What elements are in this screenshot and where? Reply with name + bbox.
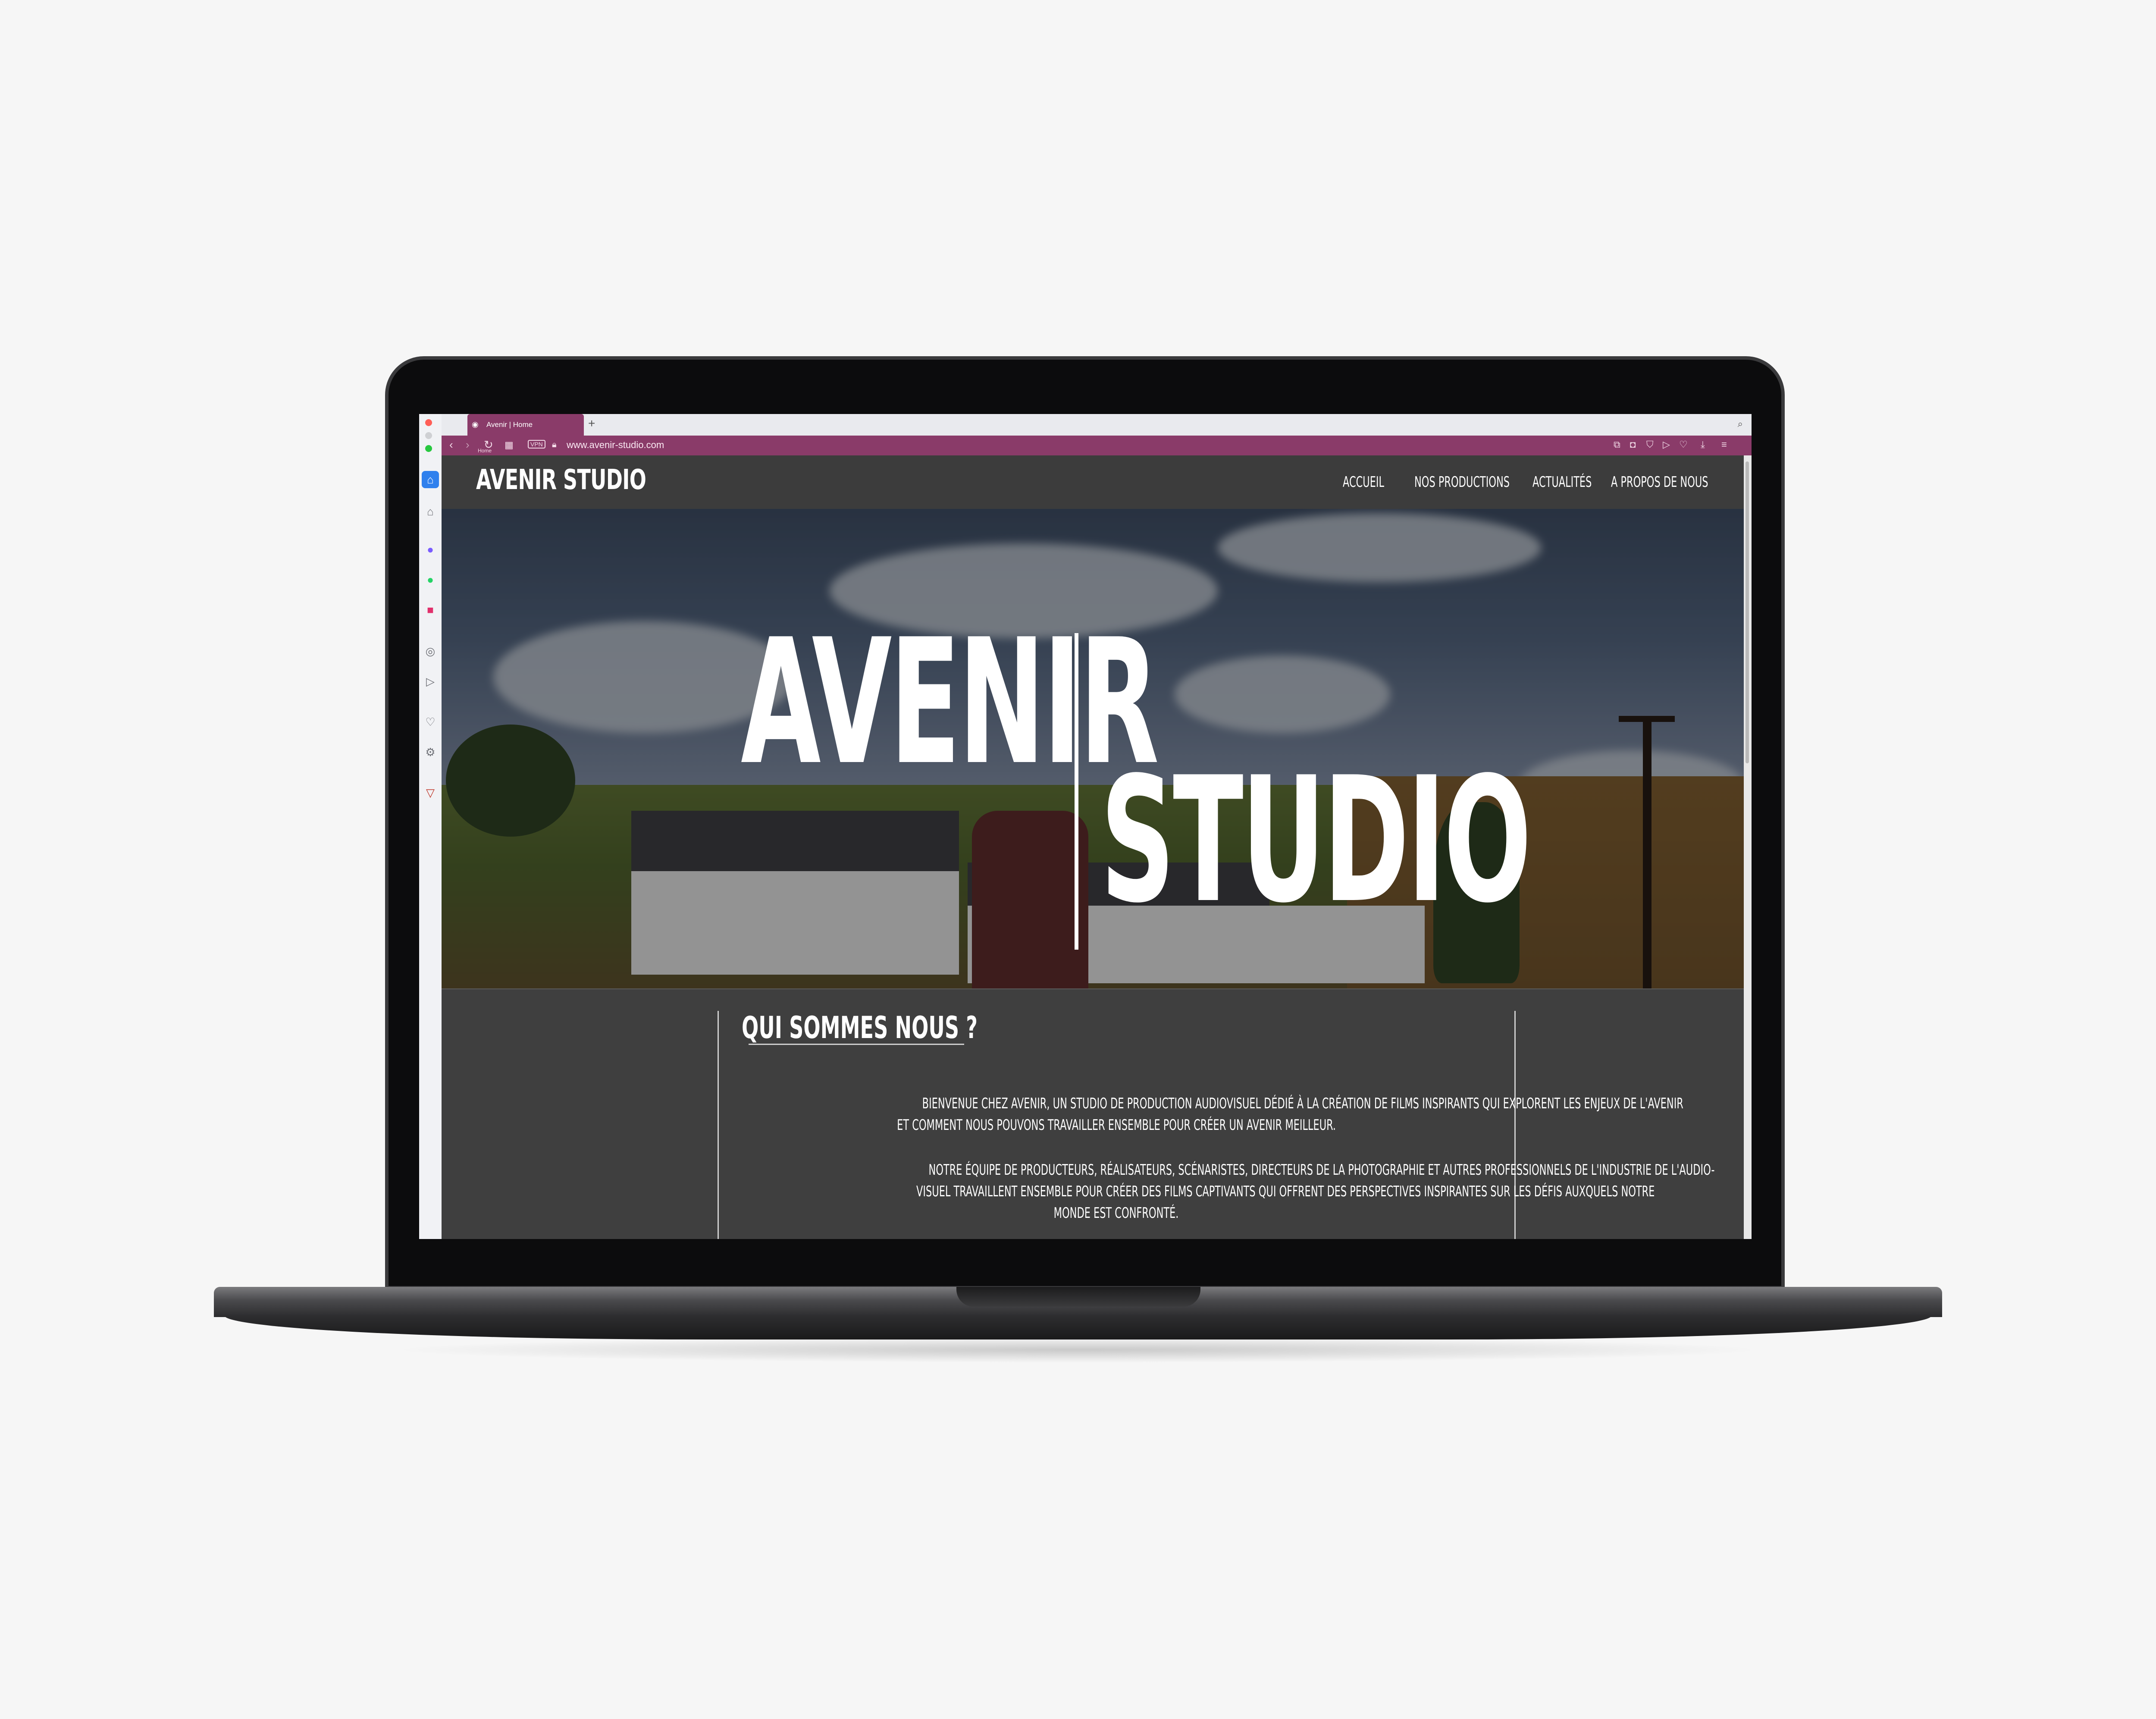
site-header: AVENIR STUDIO ACCUEIL NOS PRODUCTIONS AC…: [442, 455, 1744, 509]
about-text-line: BIENVENUE CHEZ AVENIR, UN STUDIO DE PROD…: [922, 1095, 1683, 1112]
hero-title-studio: STUDIO: [1100, 740, 1532, 941]
nav-accueil[interactable]: ACCUEIL: [1343, 474, 1384, 491]
vpn-badge[interactable]: VPN: [528, 440, 545, 449]
about-border-right: [1514, 1011, 1516, 1239]
about-section: QUI SOMMES NOUS ? BIENVENUE CHEZ AVENIR,…: [442, 988, 1744, 1239]
camera-icon[interactable]: ◘: [1630, 439, 1636, 450]
menu-icon[interactable]: ≡: [1721, 439, 1727, 450]
address-bar: ‹ › ↻ Home ▦ VPN 🔒︎ www.avenir-studio.co…: [442, 436, 1752, 455]
about-text-line: NOTRE ÉQUIPE DE PRODUCTEURS, RÉALISATEUR…: [928, 1161, 1715, 1179]
play-icon[interactable]: ▷: [1663, 439, 1670, 450]
tab-title: Avenir | Home: [486, 420, 533, 429]
laptop-base-lower: [224, 1315, 1932, 1339]
close-window-button[interactable]: [425, 419, 432, 426]
messenger-icon[interactable]: ●: [422, 541, 439, 558]
about-text-line: MONDE EST CONFRONTÉ.: [1054, 1205, 1179, 1222]
tab-bar: ◉ Avenir | Home + ⌕: [442, 414, 1752, 436]
history-icon[interactable]: ◎: [422, 643, 439, 660]
about-text-line: VISUEL TRAVAILLENT ENSEMBLE POUR CRÉER D…: [916, 1183, 1655, 1200]
nav-nos-productions[interactable]: NOS PRODUCTIONS: [1414, 474, 1510, 491]
snapshot-icon[interactable]: ⧉: [1614, 439, 1620, 450]
home-label: Home: [478, 448, 492, 454]
search-icon[interactable]: ⌕: [1738, 418, 1743, 430]
instagram-icon[interactable]: ■: [422, 601, 439, 618]
new-tab-button[interactable]: +: [588, 417, 595, 430]
about-paragraph-2: NOTRE ÉQUIPE DE PRODUCTEURS, RÉALISATEUR…: [726, 1159, 1714, 1224]
scrollbar-thumb[interactable]: [1745, 461, 1749, 763]
laptop-screen: ⌂ ⌂ ● ● ■ ◎ ▷ ♡ ⚙ ▽ ◉ Avenir | Home + ⌕ …: [419, 414, 1752, 1239]
favicon-icon: ◉: [472, 420, 479, 429]
laptop-shadow: [388, 1337, 1768, 1363]
nav-a-propos[interactable]: A PROPOS DE NOUS: [1611, 474, 1708, 491]
website: AVENIR STUDIO ACCUEIL NOS PRODUCTIONS AC…: [442, 455, 1744, 1239]
shield-icon[interactable]: ⛉: [1646, 439, 1654, 450]
maximize-window-button[interactable]: [425, 445, 432, 452]
about-border-left: [718, 1011, 719, 1239]
about-paragraph-1: BIENVENUE CHEZ AVENIR, UN STUDIO DE PROD…: [726, 1093, 1683, 1136]
about-title-underline: [749, 1044, 964, 1045]
send-icon[interactable]: ▷: [422, 673, 439, 690]
about-title: QUI SOMMES NOUS ?: [742, 1010, 978, 1045]
hero-divider: [1075, 633, 1078, 950]
opera-gx-icon[interactable]: ▽: [422, 784, 439, 801]
house-outline-icon[interactable]: ⌂: [422, 503, 439, 520]
laptop-bezel-bottom: [389, 1246, 1780, 1285]
minimize-window-button[interactable]: [425, 432, 432, 439]
home-icon[interactable]: ⌂: [422, 471, 439, 488]
heart-icon[interactable]: ♡: [422, 713, 439, 731]
forward-icon[interactable]: ›: [466, 438, 470, 452]
lock-icon: 🔒︎: [552, 440, 557, 449]
hero-title-avenir: AVENIR: [741, 602, 1159, 803]
url-input[interactable]: www.avenir-studio.com: [567, 439, 664, 451]
laptop-notch: [956, 1287, 1200, 1307]
hero-banner: AVENIR STUDIO: [442, 509, 1744, 988]
back-icon[interactable]: ‹: [449, 438, 453, 452]
site-logo[interactable]: AVENIR STUDIO: [476, 464, 646, 496]
tab-avenir-home[interactable]: ◉ Avenir | Home: [467, 414, 584, 436]
nav-actualites[interactable]: ACTUALITÉS: [1532, 474, 1592, 491]
tabs-grid-icon[interactable]: ▦: [505, 439, 514, 451]
settings-icon[interactable]: ⚙: [422, 743, 439, 761]
about-text-line: ET COMMENT NOUS POUVONS TRAVAILLER ENSEM…: [897, 1117, 1336, 1134]
download-icon[interactable]: ⤓: [1701, 439, 1705, 450]
heart-icon[interactable]: ♡: [1679, 439, 1688, 450]
whatsapp-icon[interactable]: ●: [422, 571, 439, 588]
browser-sidebar: ⌂ ⌂ ● ● ■ ◎ ▷ ♡ ⚙ ▽: [419, 414, 442, 1239]
